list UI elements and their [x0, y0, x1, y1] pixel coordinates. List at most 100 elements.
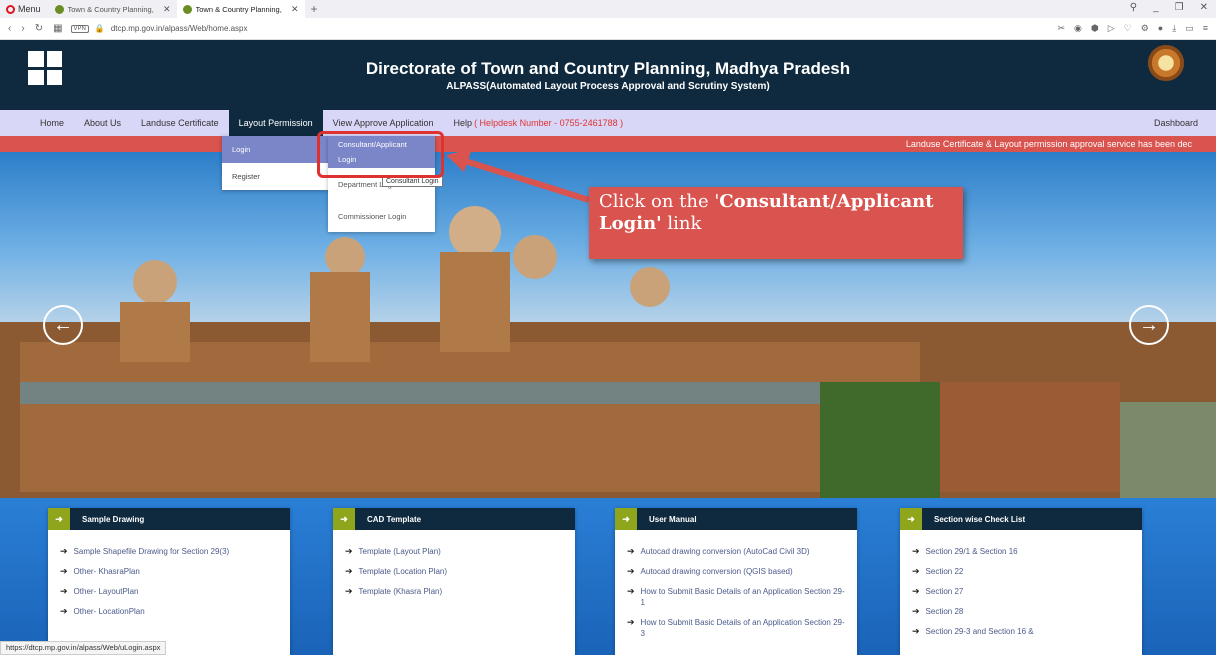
minimize-icon[interactable]: _ [1153, 2, 1159, 13]
nav-about-us[interactable]: About Us [74, 110, 131, 136]
list-item[interactable]: ➔ Section 29-3 and Section 16 & [912, 626, 1132, 637]
search-tabs-icon[interactable]: ⚲ [1130, 2, 1137, 13]
main-nav: Home About Us Landuse Certificate Layout… [0, 110, 1216, 136]
dropdown-login[interactable]: Login [222, 136, 328, 163]
slider-prev-arrow-icon[interactable]: ← [43, 305, 83, 345]
close-window-icon[interactable]: ✕ [1200, 2, 1208, 13]
url-field[interactable]: VPN 🔒 dtcp.mp.gov.in/alpass/Web/home.asp… [70, 24, 248, 33]
card-user-manual: ➜ User Manual ➔ Autocad drawing conversion… [615, 508, 857, 655]
link-text[interactable]: Other- KhasraPlan [74, 566, 140, 577]
reload-icon[interactable]: ↻ [35, 23, 43, 34]
restore-icon[interactable]: ❐ [1175, 2, 1184, 13]
mp-government-seal-icon [1148, 45, 1184, 81]
opera-menu-label: Menu [18, 4, 41, 14]
card-header: ➜ Section wise Check List [900, 508, 1142, 530]
new-tab-icon[interactable]: + [305, 2, 324, 16]
link-text[interactable]: Sample Shapefile Drawing for Section 29(… [74, 546, 230, 557]
profile-icon[interactable]: ● [1158, 23, 1163, 34]
arrow-right-icon: ➔ [627, 546, 635, 556]
vpn-badge[interactable]: VPN [70, 24, 89, 33]
card-header: ➜ User Manual [615, 508, 857, 530]
list-item[interactable]: ➔ Template (Layout Plan) [345, 546, 565, 557]
card-title: CAD Template [367, 514, 422, 524]
browser-tab-2[interactable]: Town & Country Planning, ✕ [176, 0, 305, 18]
arrow-right-icon: ➔ [912, 586, 920, 596]
battery-icon[interactable]: ▭ [1185, 23, 1194, 34]
page-subtitle: ALPASS(Automated Layout Process Approval… [446, 80, 770, 92]
link-text[interactable]: Section 28 [926, 606, 964, 617]
forward-icon[interactable]: › [21, 23, 24, 34]
list-item[interactable]: ➔ Template (Khasra Plan) [345, 586, 565, 597]
shield-icon[interactable]: ⬢ [1091, 23, 1099, 34]
tab-title: Town & Country Planning, [195, 4, 282, 14]
nav-dashboard[interactable]: Dashboard [1154, 118, 1198, 128]
link-text[interactable]: Other- LocationPlan [74, 606, 145, 617]
list-item[interactable]: ➔ Other- KhasraPlan [60, 566, 280, 577]
browser-window: Menu Town & Country Planning, ✕ Town & C… [0, 0, 1216, 655]
link-text[interactable]: Template (Location Plan) [359, 566, 448, 577]
link-text[interactable]: Section 27 [926, 586, 964, 597]
opera-menu-button[interactable]: Menu [0, 4, 49, 14]
link-text[interactable]: Section 29-3 and Section 16 & [926, 626, 1034, 637]
link-text[interactable]: Autocad drawing conversion (AutoCad Civi… [641, 546, 810, 557]
arrow-right-icon: ➔ [345, 586, 353, 596]
list-item[interactable]: ➔ How to Submit Basic Details of an Appli… [627, 586, 847, 608]
arrow-right-icon: ➔ [627, 586, 635, 596]
arrow-right-icon: ➔ [627, 566, 635, 576]
heart-icon[interactable]: ♡ [1124, 23, 1132, 34]
link-text[interactable]: Template (Layout Plan) [359, 546, 441, 557]
list-item[interactable]: ➔ Autocad drawing conversion (QGIS based) [627, 566, 847, 577]
list-item[interactable]: ➔ Section 27 [912, 586, 1132, 597]
link-text[interactable]: Template (Khasra Plan) [359, 586, 443, 597]
play-icon[interactable]: ▷ [1108, 23, 1115, 34]
speed-dial-icon[interactable]: ▦ [53, 23, 62, 34]
browser-tab-1[interactable]: Town & Country Planning, ✕ [49, 0, 177, 18]
camera-icon[interactable]: ◉ [1074, 23, 1082, 34]
extensions-icon[interactable]: ⚙ [1141, 23, 1149, 34]
link-text[interactable]: Autocad drawing conversion (QGIS based) [641, 566, 793, 577]
arrow-right-icon: ➜ [900, 508, 922, 530]
card-title: Section wise Check List [934, 514, 1026, 524]
list-item[interactable]: ➔ Section 29/1 & Section 16 [912, 546, 1132, 557]
list-item[interactable]: ➔ Sample Shapefile Drawing for Section 29… [60, 546, 280, 557]
toolbar-extensions: ✂ ◉ ⬢ ▷ ♡ ⚙ ● ⤓ ▭ ≡ [1057, 23, 1208, 34]
link-text[interactable]: How to Submit Basic Details of an Applic… [641, 586, 847, 608]
commissioner-login-link[interactable]: Commissioner Login [328, 200, 435, 232]
list-item[interactable]: ➔ Section 28 [912, 606, 1132, 617]
layout-permission-dropdown: Login Register [222, 136, 328, 190]
back-icon[interactable]: ‹ [8, 23, 11, 34]
list-item[interactable]: ➔ Template (Location Plan) [345, 566, 565, 577]
lock-icon[interactable]: 🔒 [95, 24, 105, 33]
site-favicon-icon [182, 4, 192, 14]
dropdown-register[interactable]: Register [222, 163, 328, 190]
arrow-right-icon: ➔ [912, 606, 920, 616]
url-text[interactable]: dtcp.mp.gov.in/alpass/Web/home.aspx [111, 24, 248, 33]
list-item[interactable]: ➔ Autocad drawing conversion (AutoCad Civ… [627, 546, 847, 557]
close-tab-icon[interactable]: ✕ [291, 4, 299, 15]
nav-landuse-certificate[interactable]: Landuse Certificate [131, 110, 229, 136]
nav-layout-permission[interactable]: Layout Permission [228, 110, 323, 136]
close-tab-icon[interactable]: ✕ [163, 4, 171, 15]
nav-home[interactable]: Home [0, 110, 74, 136]
card-header: ➜ Sample Drawing [48, 508, 290, 530]
highlight-box [317, 131, 444, 178]
easy-setup-icon[interactable]: ≡ [1203, 23, 1208, 34]
alpass-logo-icon[interactable] [28, 51, 62, 85]
card-header: ➜ CAD Template [333, 508, 575, 530]
arrow-right-icon: ➔ [60, 566, 68, 576]
slider-next-arrow-icon[interactable]: → [1129, 305, 1169, 345]
link-text[interactable]: How to Submit Basic Details of an Applic… [641, 617, 847, 639]
link-text[interactable]: Other- LayoutPlan [74, 586, 139, 597]
helpdesk-number: ( Helpdesk Number - 0755-2461788 ) [474, 118, 624, 128]
header-titles: Directorate of Town and Country Planning… [366, 59, 850, 92]
snapshot-icon[interactable]: ✂ [1057, 23, 1065, 34]
list-item[interactable]: ➔ How to Submit Basic Details of an Appli… [627, 617, 847, 639]
arrow-right-icon: ➜ [48, 508, 70, 530]
link-text[interactable]: Section 29/1 & Section 16 [926, 546, 1018, 557]
list-item[interactable]: ➔ Section 22 [912, 566, 1132, 577]
download-icon[interactable]: ⤓ [1172, 23, 1176, 34]
list-item[interactable]: ➔ Other- LocationPlan [60, 606, 280, 617]
link-text[interactable]: Section 22 [926, 566, 964, 577]
card-cad-template: ➜ CAD Template ➔ Template (Layout Plan) ➔ T… [333, 508, 575, 655]
list-item[interactable]: ➔ Other- LayoutPlan [60, 586, 280, 597]
